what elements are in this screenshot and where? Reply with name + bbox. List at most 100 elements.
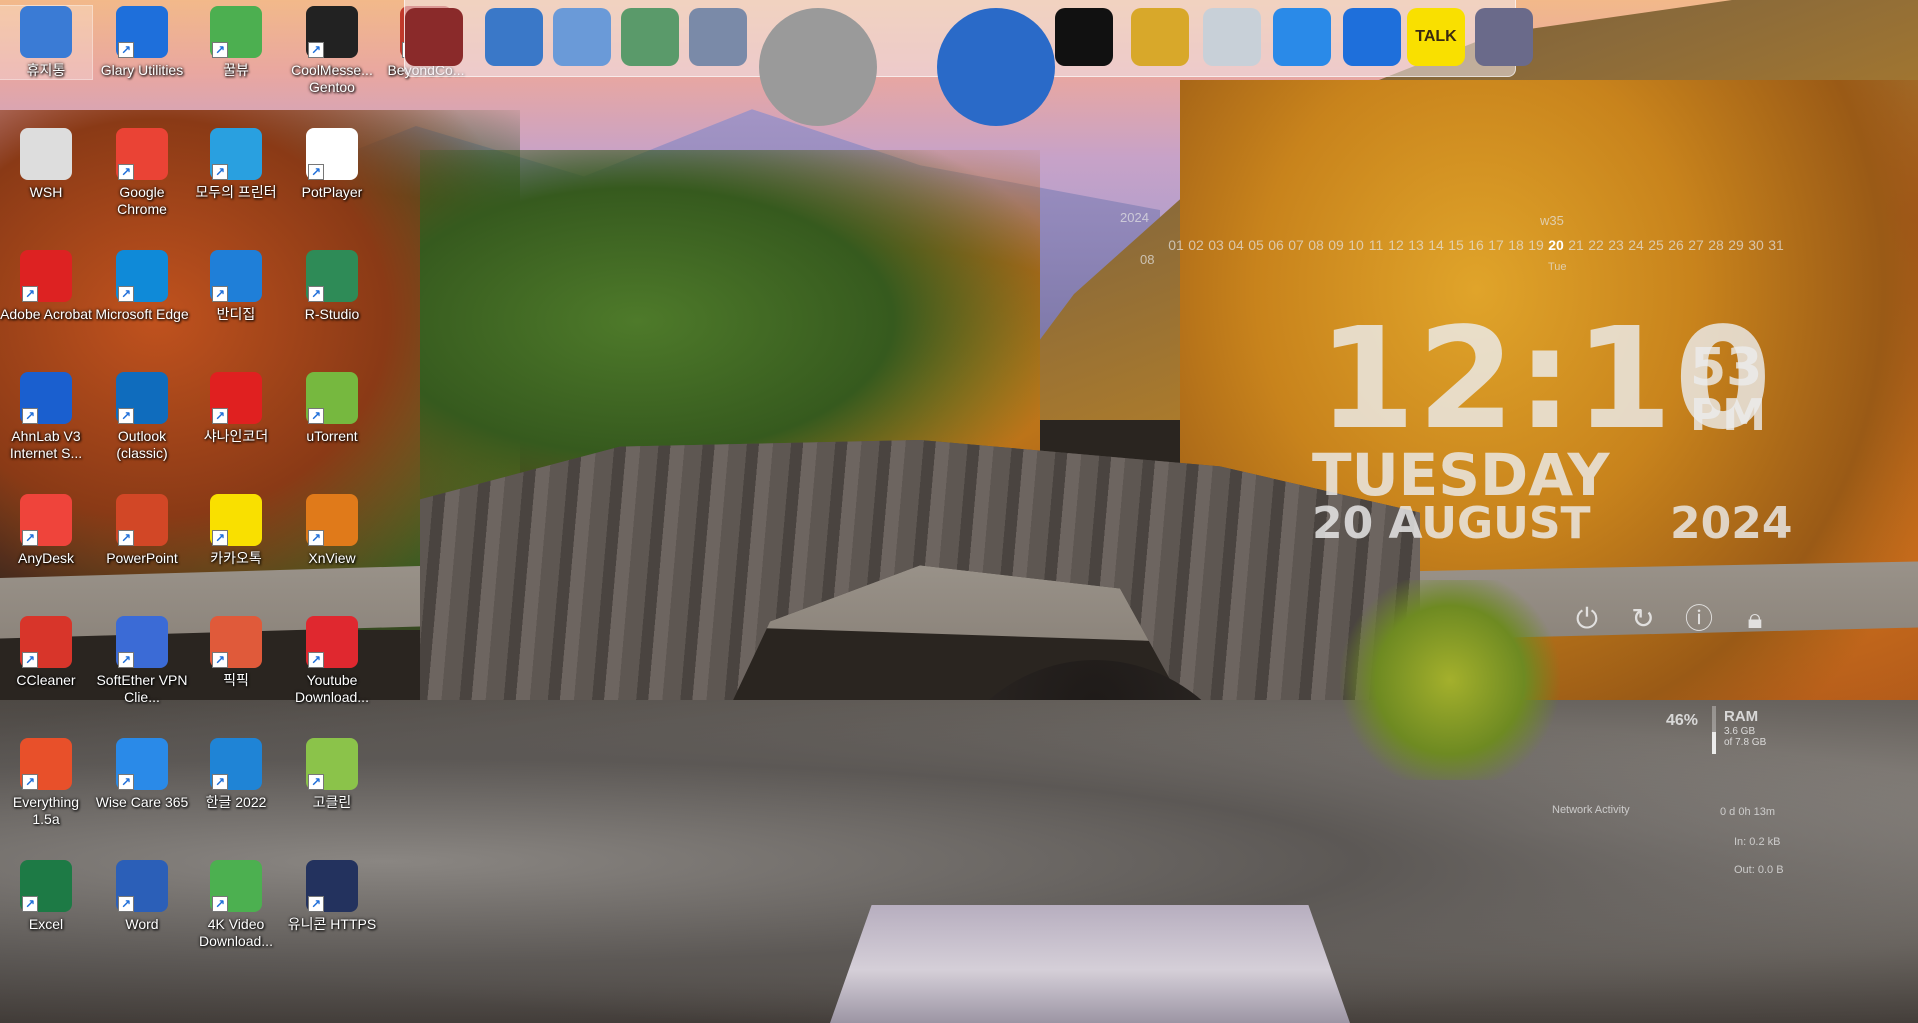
desktop-icon-label: 휴지통: [26, 62, 66, 78]
shortcut-arrow-icon: ↗: [118, 42, 134, 58]
desktop-icon-ahnlab-v3-internet-s[interactable]: ↗ AhnLab V3 Internet S...: [0, 372, 92, 462]
dock-disk-utility-icon[interactable]: [405, 8, 463, 66]
desktop-icon-반디집[interactable]: ↗ 반디집: [190, 250, 282, 323]
shortcut-arrow-icon: ↗: [308, 774, 324, 790]
desktop-icon-4k-video-download[interactable]: ↗ 4K Video Download...: [190, 860, 282, 950]
desktop-icon-label: Wise Care 365: [95, 794, 189, 810]
desktop-icon-xnview[interactable]: ↗ XnView: [286, 494, 378, 567]
wsh-app-icon: [20, 128, 72, 180]
calendar-day: 24: [1628, 237, 1644, 253]
info-icon[interactable]: ⓘ: [1682, 602, 1716, 636]
desktop-icon-고클린[interactable]: ↗ 고클린: [286, 738, 378, 811]
calendar-day: 22: [1588, 237, 1604, 253]
ram-percent: 46%: [1666, 712, 1699, 729]
dock-folder-3-icon[interactable]: [689, 8, 747, 66]
calendar-day: 13: [1408, 237, 1424, 253]
desktop-icon-한글-2022[interactable]: ↗ 한글 2022: [190, 738, 282, 811]
desktop-icon-label: Adobe Acrobat: [0, 306, 92, 322]
desktop-icon-카카오톡[interactable]: ↗ 카카오톡: [190, 494, 282, 567]
wallpaper-stream: [830, 905, 1350, 1023]
desktop-icon-label: 픽픽: [223, 672, 249, 688]
desktop-icon-r-studio[interactable]: ↗ R-Studio: [286, 250, 378, 323]
calendar-month: 08: [1140, 252, 1155, 267]
desktop-icon-label: Excel: [28, 916, 64, 932]
r-studio-app-icon: ↗: [306, 250, 358, 302]
desktop-icon-anydesk[interactable]: ↗ AnyDesk: [0, 494, 92, 567]
desktop-icon-everything-1-5a[interactable]: ↗ Everything 1.5a: [0, 738, 92, 828]
desktop-icon-label: R-Studio: [304, 306, 360, 322]
desktop-icon-휴지통[interactable]: 휴지통: [0, 5, 93, 80]
desktop-icon-microsoft-edge[interactable]: ↗ Microsoft Edge: [95, 250, 189, 323]
disk-utility-glyph: [405, 8, 463, 66]
desktop-icon-coolmesse-gentoo[interactable]: ↗ CoolMesse... Gentoo: [286, 6, 378, 96]
desktop-icon-potplayer[interactable]: ↗ PotPlayer: [286, 128, 378, 201]
dock-recycle-icon[interactable]: [1203, 8, 1261, 66]
한글-2022-app-icon: ↗: [210, 738, 262, 790]
desktop-icon-outlook-classic[interactable]: ↗ Outlook (classic): [96, 372, 188, 462]
desktop-icon-softether-vpn-clie[interactable]: ↗ SoftEther VPN Clie...: [96, 616, 188, 706]
dock-tools-icon[interactable]: [759, 8, 877, 126]
dock-wise-care-icon[interactable]: [1273, 8, 1331, 66]
recycle-glyph: [1203, 8, 1261, 66]
desktop-icon-adobe-acrobat[interactable]: ↗ Adobe Acrobat: [0, 250, 92, 323]
desktop-icon-label: AnyDesk: [17, 550, 75, 566]
desktop-icon-샤나인코더[interactable]: ↗ 샤나인코더: [190, 372, 282, 445]
calendar-day: 21: [1568, 237, 1584, 253]
calendar-day: 06: [1268, 237, 1284, 253]
desktop-icon-powerpoint[interactable]: ↗ PowerPoint: [96, 494, 188, 567]
desktop-icon-label: 샤나인코더: [203, 428, 269, 444]
휴지통-app-icon: [20, 6, 72, 58]
potplayer-app-icon: ↗: [306, 128, 358, 180]
dock-kakaotalk-icon[interactable]: TALK: [1407, 8, 1465, 66]
calendar-day: 10: [1348, 237, 1364, 253]
powerpoint-app-icon: ↗: [116, 494, 168, 546]
clock-year: 2024: [1670, 498, 1793, 549]
desktop-icon-wise-care-365[interactable]: ↗ Wise Care 365: [96, 738, 188, 811]
clock-weekday: TUESDAY: [1312, 441, 1610, 509]
dock-folder-2-icon[interactable]: [621, 8, 679, 66]
glary-utilities-app-icon: ↗: [116, 6, 168, 58]
desktop-icon-excel[interactable]: ↗ Excel: [0, 860, 92, 933]
dock-folder-1-icon[interactable]: [553, 8, 611, 66]
desktop-icon-wsh[interactable]: WSH: [0, 128, 92, 201]
dock-r-studio-icon[interactable]: [1475, 8, 1533, 66]
shortcut-arrow-icon: ↗: [22, 652, 38, 668]
desktop-icon-utorrent[interactable]: ↗ uTorrent: [286, 372, 378, 445]
calendar-day: 25: [1648, 237, 1664, 253]
desktop-icon-youtube-download[interactable]: ↗ Youtube Download...: [286, 616, 378, 706]
calendar-day: 20: [1548, 237, 1564, 253]
desktop-icon-모두의-프린터[interactable]: ↗ 모두의 프린터: [190, 128, 282, 201]
dock-tshirt-icon[interactable]: [1055, 8, 1113, 66]
dock-network-icon[interactable]: [485, 8, 543, 66]
microsoft-edge-app-icon: ↗: [116, 250, 168, 302]
shortcut-arrow-icon: ↗: [22, 286, 38, 302]
restart-icon[interactable]: ↻: [1626, 602, 1660, 636]
top-dock: TALK: [404, 0, 1533, 126]
desktop-icon-ccleaner[interactable]: ↗ CCleaner: [0, 616, 92, 689]
calendar-day: 27: [1688, 237, 1704, 253]
outlook-classic-app-icon: ↗: [116, 372, 168, 424]
desktop-icon-label: Microsoft Edge: [95, 306, 189, 322]
desktop-icon-label: 고클린: [312, 794, 352, 810]
shortcut-arrow-icon: ↗: [308, 286, 324, 302]
desktop-icon-label: Youtube Download...: [295, 672, 369, 705]
desktop-icon-google-chrome[interactable]: ↗ Google Chrome: [96, 128, 188, 218]
calendar-day: 31: [1768, 237, 1784, 253]
dock-hammer-icon[interactable]: [1131, 8, 1189, 66]
dock-globe-icon[interactable]: [937, 8, 1055, 126]
shortcut-arrow-icon: ↗: [118, 896, 134, 912]
shortcut-arrow-icon: ↗: [308, 164, 324, 180]
desktop-icon-label: WSH: [29, 184, 63, 200]
glary-glyph: [1343, 8, 1401, 66]
desktop-icon-픽픽[interactable]: ↗ 픽픽: [190, 616, 282, 689]
꿀뷰-app-icon: ↗: [210, 6, 262, 58]
lock-icon[interactable]: 🔒︎: [1738, 602, 1772, 636]
desktop-icon-word[interactable]: ↗ Word: [96, 860, 188, 933]
desktop-icon-꿀뷰[interactable]: ↗ 꿀뷰: [190, 6, 282, 79]
calendar-day: 12: [1388, 237, 1404, 253]
shortcut-arrow-icon: ↗: [212, 774, 228, 790]
desktop-icon-유니콘-https[interactable]: ↗ 유니콘 HTTPS: [286, 860, 378, 933]
dock-glary-icon[interactable]: [1343, 8, 1401, 66]
desktop-icon-glary-utilities[interactable]: ↗ Glary Utilities: [96, 6, 188, 79]
power-icon[interactable]: ⏻: [1570, 602, 1604, 636]
